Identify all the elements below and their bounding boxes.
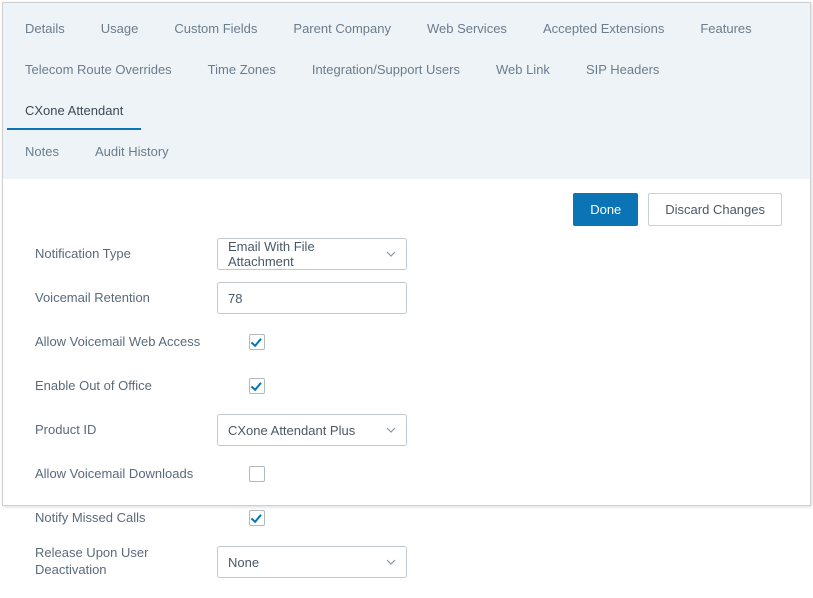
tabs-container: Details Usage Custom Fields Parent Compa… xyxy=(3,3,810,179)
done-button[interactable]: Done xyxy=(573,193,638,226)
actions-row: Done Discard Changes xyxy=(3,179,810,232)
chevron-down-icon xyxy=(386,559,396,565)
select-notification-type-value: Email With File Attachment xyxy=(228,239,376,269)
discard-changes-button[interactable]: Discard Changes xyxy=(648,193,782,226)
tab-cxone-attendant[interactable]: CXone Attendant xyxy=(7,93,141,130)
tab-custom-fields[interactable]: Custom Fields xyxy=(156,11,275,48)
row-notification-type: Notification Type Email With File Attach… xyxy=(35,236,800,272)
tab-audit-history[interactable]: Audit History xyxy=(77,134,187,171)
config-panel: Details Usage Custom Fields Parent Compa… xyxy=(2,2,811,506)
tab-integration-support-users[interactable]: Integration/Support Users xyxy=(294,52,478,89)
row-voicemail-retention: Voicemail Retention 78 xyxy=(35,280,800,316)
label-allow-web-access: Allow Voicemail Web Access xyxy=(35,334,217,351)
cxone-attendant-form: Notification Type Email With File Attach… xyxy=(3,232,810,598)
tab-notes[interactable]: Notes xyxy=(7,134,77,171)
row-product-id: Product ID CXone Attendant Plus xyxy=(35,412,800,448)
tab-features[interactable]: Features xyxy=(682,11,769,48)
tab-usage[interactable]: Usage xyxy=(83,11,157,48)
tab-web-services[interactable]: Web Services xyxy=(409,11,525,48)
label-product-id: Product ID xyxy=(35,422,217,439)
checkbox-allow-web-access[interactable] xyxy=(249,334,265,350)
tab-time-zones[interactable]: Time Zones xyxy=(190,52,294,89)
input-voicemail-retention-value: 78 xyxy=(228,291,242,306)
row-notify-missed: Notify Missed Calls xyxy=(35,500,800,536)
chevron-down-icon xyxy=(386,251,396,257)
select-release-deactivation[interactable]: None xyxy=(217,546,407,578)
tab-details[interactable]: Details xyxy=(7,11,83,48)
row-release-deactivation: Release Upon User Deactivation None xyxy=(35,544,800,580)
tabs-row-3: Notes Audit History xyxy=(7,134,806,175)
checkbox-enable-ooo[interactable] xyxy=(249,378,265,394)
select-product-id[interactable]: CXone Attendant Plus xyxy=(217,414,407,446)
checkbox-allow-downloads[interactable] xyxy=(249,466,265,482)
label-voicemail-retention: Voicemail Retention xyxy=(35,290,217,307)
row-enable-ooo: Enable Out of Office xyxy=(35,368,800,404)
checkbox-notify-missed[interactable] xyxy=(249,510,265,526)
input-voicemail-retention[interactable]: 78 xyxy=(217,282,407,314)
label-notify-missed: Notify Missed Calls xyxy=(35,510,217,527)
tabs-row-2: Telecom Route Overrides Time Zones Integ… xyxy=(7,52,806,134)
row-allow-downloads: Allow Voicemail Downloads xyxy=(35,456,800,492)
tab-sip-headers[interactable]: SIP Headers xyxy=(568,52,677,89)
label-allow-downloads: Allow Voicemail Downloads xyxy=(35,466,217,483)
select-product-id-value: CXone Attendant Plus xyxy=(228,423,355,438)
label-notification-type: Notification Type xyxy=(35,246,217,263)
tab-accepted-extensions[interactable]: Accepted Extensions xyxy=(525,11,682,48)
chevron-down-icon xyxy=(386,427,396,433)
tabs-row-1: Details Usage Custom Fields Parent Compa… xyxy=(7,11,806,52)
tab-parent-company[interactable]: Parent Company xyxy=(275,11,409,48)
row-allow-web-access: Allow Voicemail Web Access xyxy=(35,324,800,360)
label-enable-ooo: Enable Out of Office xyxy=(35,378,217,395)
tab-telecom-route-overrides[interactable]: Telecom Route Overrides xyxy=(7,52,190,89)
select-notification-type[interactable]: Email With File Attachment xyxy=(217,238,407,270)
tab-web-link[interactable]: Web Link xyxy=(478,52,568,89)
label-release-deactivation: Release Upon User Deactivation xyxy=(35,545,217,579)
select-release-deactivation-value: None xyxy=(228,555,259,570)
